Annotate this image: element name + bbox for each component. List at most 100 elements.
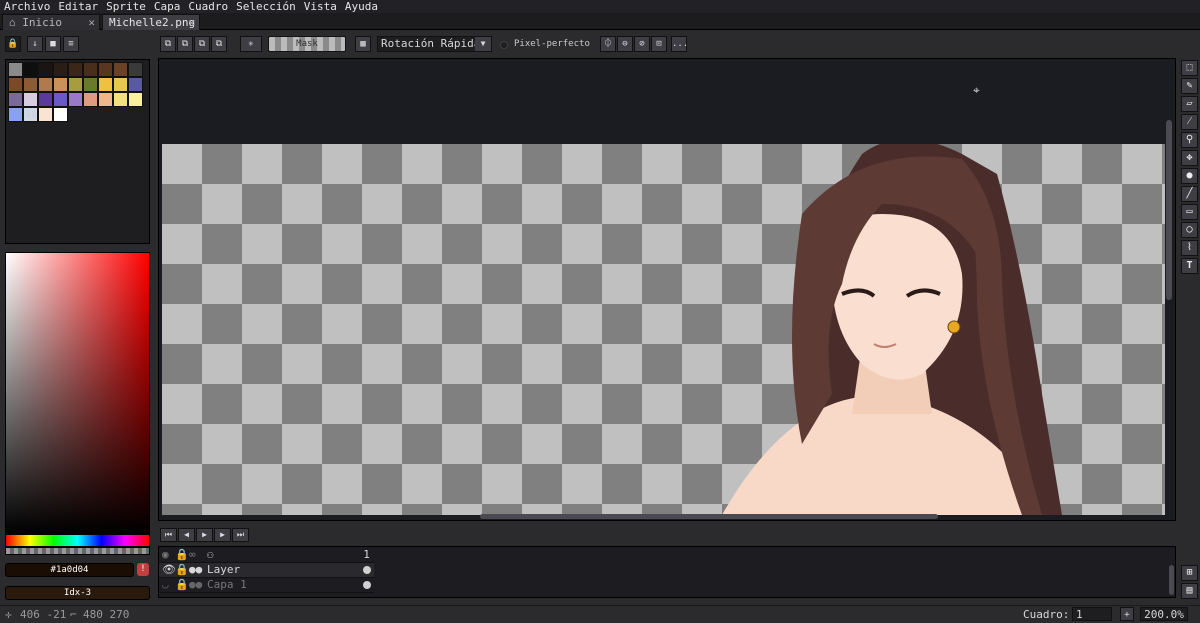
move-tool-icon[interactable]: ✥ — [1181, 150, 1198, 166]
flip-horizontal-icon[interactable]: ⏀ — [600, 36, 616, 52]
vertical-scrollbar[interactable] — [1166, 120, 1172, 300]
continuous-icon[interactable]: ●● — [189, 563, 202, 576]
transparent-color-icon[interactable]: ✳ — [240, 36, 262, 52]
palette-swatch[interactable] — [68, 77, 83, 92]
flip-vertical-icon[interactable]: ⊖ — [617, 36, 633, 52]
zoom-field[interactable]: 200.0% — [1140, 607, 1188, 621]
pixel-perfect-checkbox[interactable] — [500, 41, 508, 49]
palette-swatch[interactable] — [8, 77, 23, 92]
menu-item-ayuda[interactable]: Ayuda — [341, 0, 382, 13]
continuous-icon[interactable]: ●● — [189, 578, 202, 591]
cel[interactable] — [359, 563, 374, 577]
warning-icon[interactable]: ! — [137, 563, 149, 576]
previous-frame-icon[interactable]: ◀ — [178, 528, 195, 542]
menu-item-editar[interactable]: Editar — [54, 0, 102, 13]
palette-swatch[interactable] — [128, 62, 143, 77]
eraser-tool-icon[interactable]: ▱ — [1181, 96, 1198, 112]
pencil-tool-icon[interactable]: ✎ — [1181, 78, 1198, 94]
tab-file[interactable]: Michelle2.png ✕ — [102, 14, 200, 30]
more-options-button[interactable]: ... — [671, 36, 688, 52]
menu-item-archivo[interactable]: Archivo — [0, 0, 54, 13]
palette-swatch[interactable] — [128, 92, 143, 107]
download-icon[interactable]: ↓ — [27, 36, 43, 52]
close-icon[interactable]: ✕ — [188, 15, 195, 31]
palette-swatch[interactable] — [38, 107, 53, 122]
save-icon[interactable]: ■ — [45, 36, 61, 52]
hidden-icon[interactable]: ◡ — [162, 578, 169, 591]
menu-item-vista[interactable]: Vista — [300, 0, 341, 13]
palette-swatch[interactable] — [83, 62, 98, 77]
first-frame-icon[interactable]: ⏮ — [160, 528, 177, 542]
rotation-select[interactable]: Rotación Rápida ▼ — [377, 36, 492, 52]
canvas-viewport[interactable]: ⌖ — [158, 58, 1176, 521]
selection-replace-icon[interactable]: ⧉ — [160, 36, 176, 52]
palette-swatch[interactable] — [113, 62, 128, 77]
lock-icon[interactable]: 🔒 — [5, 36, 21, 52]
palette-swatch[interactable] — [53, 107, 68, 122]
menu-item-cuadro[interactable]: Cuadro — [184, 0, 232, 13]
palette-swatch[interactable] — [83, 77, 98, 92]
palette-swatch[interactable] — [83, 92, 98, 107]
palette-swatch[interactable] — [53, 62, 68, 77]
palette-swatch[interactable] — [23, 77, 38, 92]
menu-icon[interactable]: ≡ — [63, 36, 79, 52]
lock-icon[interactable]: 🔒 — [175, 563, 189, 576]
pivot-icon[interactable]: ▦ — [355, 36, 371, 52]
text-tool-icon[interactable]: T — [1181, 258, 1198, 274]
selection-intersect-icon[interactable]: ⧉ — [211, 36, 227, 52]
tab-home[interactable]: ⌂ Inicio ✕ — [2, 14, 100, 30]
timeline-settings-icon[interactable]: ⊞ — [1181, 565, 1198, 581]
scale-icon[interactable]: ⊡ — [651, 36, 667, 52]
selection-subtract-icon[interactable]: ⧉ — [194, 36, 210, 52]
close-icon[interactable]: ✕ — [88, 15, 95, 31]
mask-button[interactable]: Mask — [268, 36, 346, 52]
rotate-icon[interactable]: ⊘ — [634, 36, 650, 52]
timeline-scrollbar[interactable] — [1169, 565, 1174, 595]
lasso-tool-icon[interactable]: ◯ — [1181, 222, 1198, 238]
visible-icon[interactable]: 👁 — [162, 563, 176, 576]
menu-item-sprite[interactable]: Sprite — [102, 0, 150, 13]
palette-swatch[interactable] — [23, 62, 38, 77]
color-saturation-value-picker[interactable] — [5, 252, 150, 534]
add-frame-icon[interactable]: + — [1120, 607, 1134, 621]
hue-slider[interactable] — [5, 534, 150, 547]
layer-row-layer[interactable]: 👁 🔒 ●● Layer — [159, 563, 374, 578]
cel[interactable] — [359, 578, 374, 592]
palette-swatch[interactable] — [8, 92, 23, 107]
palette-swatch[interactable] — [23, 92, 38, 107]
palette-swatch[interactable] — [68, 92, 83, 107]
palette-swatch[interactable] — [98, 62, 113, 77]
bucket-tool-icon[interactable]: ● — [1181, 168, 1198, 184]
eyedropper-tool-icon[interactable]: ⁄ — [1181, 114, 1198, 130]
frame-input[interactable]: 1 — [1072, 607, 1112, 621]
palette-swatch[interactable] — [38, 62, 53, 77]
menu-item-selección[interactable]: Selección — [232, 0, 300, 13]
sprite-canvas[interactable] — [162, 144, 1165, 515]
palette-swatch[interactable] — [8, 62, 23, 77]
next-frame-icon[interactable]: ▶ — [214, 528, 231, 542]
palette-swatch[interactable] — [98, 77, 113, 92]
palette-swatch[interactable] — [113, 92, 128, 107]
blur-tool-icon[interactable]: ⌇ — [1181, 240, 1198, 256]
horizontal-scrollbar[interactable] — [480, 514, 938, 519]
play-icon[interactable]: ▶ — [196, 528, 213, 542]
rectangle-tool-icon[interactable]: ▭ — [1181, 204, 1198, 220]
zoom-tool-icon[interactable]: ⚲ — [1181, 132, 1198, 148]
timeline-layout-icon[interactable]: ▤ — [1181, 583, 1198, 599]
selection-add-icon[interactable]: ⧉ — [177, 36, 193, 52]
marquee-tool-icon[interactable]: ⬚ — [1181, 60, 1198, 76]
last-frame-icon[interactable]: ⏭ — [232, 528, 249, 542]
palette-swatch[interactable] — [53, 77, 68, 92]
frame-header[interactable]: 1 — [359, 548, 374, 562]
palette-swatch[interactable] — [8, 107, 23, 122]
palette-swatch[interactable] — [113, 77, 128, 92]
onion-skin-icon[interactable]: ⚇ — [207, 548, 214, 561]
line-tool-icon[interactable]: ╱ — [1181, 186, 1198, 202]
palette-swatch[interactable] — [68, 62, 83, 77]
palette-swatch[interactable] — [38, 77, 53, 92]
lock-icon[interactable]: 🔒 — [175, 578, 189, 591]
menu-item-capa[interactable]: Capa — [150, 0, 185, 13]
alpha-slider[interactable] — [5, 547, 150, 555]
palette-swatch[interactable] — [53, 92, 68, 107]
palette-swatch[interactable] — [128, 77, 143, 92]
